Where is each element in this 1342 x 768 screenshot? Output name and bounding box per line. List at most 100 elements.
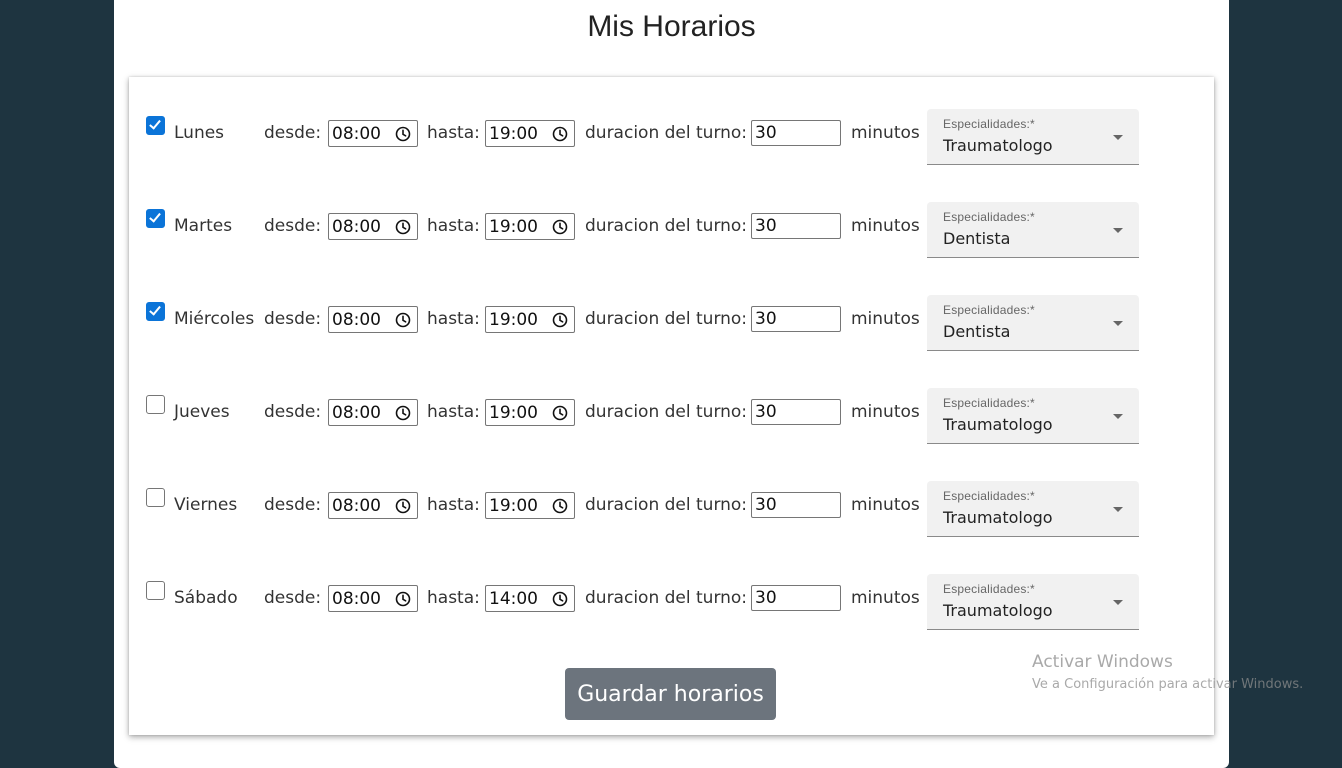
dropdown-caret-icon[interactable] xyxy=(1113,507,1123,512)
clock-icon[interactable] xyxy=(552,405,568,421)
end-time-input[interactable]: 19:00 xyxy=(485,399,575,426)
duration-value: 30 xyxy=(755,495,777,515)
day-label: Miércoles xyxy=(174,309,255,329)
dropdown-caret-icon[interactable] xyxy=(1113,228,1123,233)
day-checkbox[interactable] xyxy=(146,116,165,135)
clock-icon[interactable] xyxy=(552,312,568,328)
watermark-title: Activar Windows xyxy=(1032,652,1173,672)
clock-icon[interactable] xyxy=(395,405,411,421)
day-checkbox[interactable] xyxy=(146,209,165,228)
specialty-select-label: Especialidades:* xyxy=(943,396,1035,410)
day-label: Lunes xyxy=(174,123,225,143)
specialty-select-label: Especialidades:* xyxy=(943,117,1035,131)
desde-label: desde: xyxy=(264,588,322,608)
duration-input[interactable]: 30 xyxy=(751,120,841,146)
start-time-input[interactable]: 08:00 xyxy=(328,585,418,612)
dropdown-caret-icon[interactable] xyxy=(1113,600,1123,605)
start-time-value: 08:00 xyxy=(332,496,381,516)
day-row: Viernes desde: 08:00 hasta: 19:00 duraci… xyxy=(129,465,1214,537)
clock-icon[interactable] xyxy=(552,591,568,607)
hasta-label: hasta: xyxy=(427,402,480,422)
day-row: Sábado desde: 08:00 hasta: 14:00 duracio… xyxy=(129,558,1214,630)
specialty-select[interactable]: Especialidades:* Traumatologo xyxy=(927,481,1139,537)
dropdown-caret-icon[interactable] xyxy=(1113,321,1123,326)
dropdown-caret-icon[interactable] xyxy=(1113,414,1123,419)
duration-input[interactable]: 30 xyxy=(751,213,841,239)
clock-icon[interactable] xyxy=(395,591,411,607)
day-label: Jueves xyxy=(174,402,230,422)
start-time-input[interactable]: 08:00 xyxy=(328,120,418,147)
start-time-input[interactable]: 08:00 xyxy=(328,492,418,519)
dropdown-caret-icon[interactable] xyxy=(1113,135,1123,140)
specialty-select[interactable]: Especialidades:* Traumatologo xyxy=(927,574,1139,630)
specialty-select-value: Traumatologo xyxy=(943,415,1053,434)
check-icon xyxy=(149,303,161,316)
clock-icon[interactable] xyxy=(395,219,411,235)
day-label: Viernes xyxy=(174,495,238,515)
day-checkbox[interactable] xyxy=(146,302,165,321)
end-time-input[interactable]: 19:00 xyxy=(485,492,575,519)
minutes-label: minutos xyxy=(851,309,920,329)
desde-label: desde: xyxy=(264,123,322,143)
hasta-label: hasta: xyxy=(427,309,480,329)
duration-input[interactable]: 30 xyxy=(751,492,841,518)
day-checkbox[interactable] xyxy=(146,581,165,600)
duration-label: duracion del turno: xyxy=(585,216,748,236)
end-time-input[interactable]: 19:00 xyxy=(485,213,575,240)
day-checkbox[interactable] xyxy=(146,488,165,507)
specialty-select-value: Dentista xyxy=(943,229,1011,248)
desde-label: desde: xyxy=(264,309,322,329)
specialty-select[interactable]: Especialidades:* Dentista xyxy=(927,295,1139,351)
minutes-label: minutos xyxy=(851,588,920,608)
specialty-select-label: Especialidades:* xyxy=(943,582,1035,596)
end-time-value: 19:00 xyxy=(489,217,538,237)
end-time-value: 19:00 xyxy=(489,124,538,144)
end-time-input[interactable]: 14:00 xyxy=(485,585,575,612)
specialty-select[interactable]: Especialidades:* Dentista xyxy=(927,202,1139,258)
duration-label: duracion del turno: xyxy=(585,402,748,422)
desde-label: desde: xyxy=(264,402,322,422)
specialty-select[interactable]: Especialidades:* Traumatologo xyxy=(927,388,1139,444)
duration-value: 30 xyxy=(755,216,777,236)
duration-input[interactable]: 30 xyxy=(751,585,841,611)
clock-icon[interactable] xyxy=(552,126,568,142)
desde-label: desde: xyxy=(264,495,322,515)
specialty-select[interactable]: Especialidades:* Traumatologo xyxy=(927,109,1139,165)
duration-label: duracion del turno: xyxy=(585,309,748,329)
start-time-input[interactable]: 08:00 xyxy=(328,399,418,426)
duration-value: 30 xyxy=(755,402,777,422)
start-time-value: 08:00 xyxy=(332,403,381,423)
end-time-input[interactable]: 19:00 xyxy=(485,120,575,147)
clock-icon[interactable] xyxy=(552,498,568,514)
duration-value: 30 xyxy=(755,588,777,608)
desde-label: desde: xyxy=(264,216,322,236)
clock-icon[interactable] xyxy=(395,498,411,514)
clock-icon[interactable] xyxy=(395,126,411,142)
start-time-value: 08:00 xyxy=(332,589,381,609)
duration-input[interactable]: 30 xyxy=(751,399,841,425)
specialty-select-value: Dentista xyxy=(943,322,1011,341)
clock-icon[interactable] xyxy=(395,312,411,328)
clock-icon[interactable] xyxy=(552,219,568,235)
minutes-label: minutos xyxy=(851,123,920,143)
page-title: Mis Horarios xyxy=(587,10,756,43)
start-time-input[interactable]: 08:00 xyxy=(328,306,418,333)
start-time-value: 08:00 xyxy=(332,124,381,144)
start-time-input[interactable]: 08:00 xyxy=(328,213,418,240)
end-time-value: 19:00 xyxy=(489,496,538,516)
day-label: Martes xyxy=(174,216,233,236)
start-time-value: 08:00 xyxy=(332,310,381,330)
end-time-input[interactable]: 19:00 xyxy=(485,306,575,333)
day-row: Jueves desde: 08:00 hasta: 19:00 duracio… xyxy=(129,372,1214,444)
duration-value: 30 xyxy=(755,123,777,143)
end-time-value: 14:00 xyxy=(489,589,538,609)
minutes-label: minutos xyxy=(851,402,920,422)
duration-input[interactable]: 30 xyxy=(751,306,841,332)
save-schedules-button[interactable]: Guardar horarios xyxy=(565,668,776,720)
specialty-select-label: Especialidades:* xyxy=(943,303,1035,317)
specialty-select-value: Traumatologo xyxy=(943,508,1053,527)
duration-label: duracion del turno: xyxy=(585,123,748,143)
day-checkbox[interactable] xyxy=(146,395,165,414)
day-label: Sábado xyxy=(174,588,238,608)
windows-activation-watermark: Activar Windows Ve a Configuración para … xyxy=(1032,652,1303,692)
